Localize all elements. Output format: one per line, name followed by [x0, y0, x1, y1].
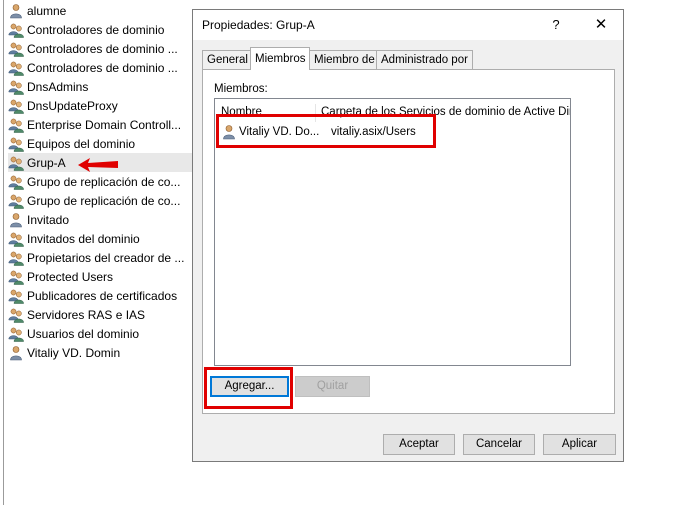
tree-item[interactable]: Equipos del dominio	[8, 134, 192, 153]
apply-button[interactable]: Aplicar	[543, 434, 616, 455]
tree-item-label: Grup-A	[27, 155, 66, 170]
tree-item-label: Vitaliy VD. Domin	[27, 345, 121, 360]
close-button[interactable]: ✕	[589, 14, 613, 36]
group-icon	[8, 194, 24, 209]
member-highlight-box	[216, 114, 436, 148]
tree-item[interactable]: Grupo de replicación de co...	[8, 191, 192, 210]
tree-item-label: alumne	[27, 3, 67, 18]
group-icon	[8, 308, 24, 323]
annotation-arrow-icon	[78, 158, 118, 172]
tree-item-label: Servidores RAS e IAS	[27, 307, 146, 322]
accept-button[interactable]: Aceptar	[383, 434, 455, 455]
tab-general[interactable]: General	[202, 50, 253, 69]
group-icon	[8, 42, 24, 57]
tree-item-label: Grupo de replicación de co...	[27, 193, 181, 208]
group-icon	[8, 80, 24, 95]
members-label: Miembros:	[214, 83, 268, 95]
tree-item[interactable]: Controladores de dominio ...	[8, 39, 192, 58]
tree-item-label: Protected Users	[27, 269, 114, 284]
tree-item[interactable]: Controladores de dominio ...	[8, 58, 192, 77]
tree-item-label: Grupo de replicación de co...	[27, 174, 181, 189]
tab-members[interactable]: Miembros	[250, 47, 311, 70]
tree-item[interactable]: Controladores de dominio	[8, 20, 192, 39]
object-list: alumne Controladores de dominio Controlado…	[0, 0, 192, 505]
tree-item-label: Controladores de dominio ...	[27, 41, 178, 56]
tree-item[interactable]: Protected Users	[8, 267, 192, 286]
tree-item[interactable]: Grupo de replicación de co...	[8, 172, 192, 191]
tree-item-label: Controladores de dominio	[27, 22, 165, 37]
tree-item[interactable]: DnsUpdateProxy	[8, 96, 192, 115]
remove-button[interactable]: Quitar	[295, 376, 370, 397]
tree-item-label: DnsUpdateProxy	[27, 98, 118, 113]
tree-item-label: Equipos del dominio	[27, 136, 136, 151]
tree-item[interactable]: Publicadores de certificados	[8, 286, 192, 305]
cancel-button[interactable]: Cancelar	[463, 434, 535, 455]
list-border	[3, 0, 4, 505]
user-icon	[10, 212, 22, 227]
tree-item[interactable]: Invitado	[8, 210, 192, 229]
tree-item[interactable]: Usuarios del dominio	[8, 324, 192, 343]
group-icon	[8, 99, 24, 114]
tree-item-label: Propietarios del creador de ...	[27, 250, 185, 265]
add-button-highlight-box	[204, 367, 293, 409]
group-icon	[8, 251, 24, 266]
user-icon	[10, 3, 22, 18]
group-icon	[8, 23, 24, 38]
tree-item-label: Controladores de dominio ...	[27, 60, 178, 75]
tree-item[interactable]: Vitaliy VD. Domin	[8, 343, 192, 362]
user-icon	[10, 345, 22, 360]
title-bar[interactable]: Propiedades: Grup-A ? ✕	[193, 10, 623, 40]
group-icon	[8, 156, 24, 171]
tree-item[interactable]: Invitados del dominio	[8, 229, 192, 248]
tab-managed-by[interactable]: Administrado por	[376, 50, 473, 69]
tree-item-label: Publicadores de certificados	[27, 288, 178, 303]
group-icon	[8, 327, 24, 342]
tree-item[interactable]: Servidores RAS e IAS	[8, 305, 192, 324]
tree-item[interactable]: Enterprise Domain Controll...	[8, 115, 192, 134]
tree-item[interactable]: DnsAdmins	[8, 77, 192, 96]
group-icon	[8, 289, 24, 304]
tree-item-label: Invitado	[27, 212, 70, 227]
dialog-title: Propiedades: Grup-A	[202, 18, 315, 32]
tab-member-of[interactable]: Miembro de	[309, 50, 380, 69]
group-icon	[8, 270, 24, 285]
tree-item[interactable]: alumne	[8, 1, 192, 20]
tree-item-label: Invitados del dominio	[27, 231, 140, 246]
tree-item-label: Enterprise Domain Controll...	[27, 117, 182, 132]
group-icon	[8, 118, 24, 133]
group-icon	[8, 175, 24, 190]
group-icon	[8, 232, 24, 247]
help-button[interactable]: ?	[545, 14, 567, 36]
group-icon	[8, 137, 24, 152]
tree-item[interactable]: Propietarios del creador de ...	[8, 248, 192, 267]
group-icon	[8, 61, 24, 76]
tree-item-label: DnsAdmins	[27, 79, 89, 94]
tree-item-label: Usuarios del dominio	[27, 326, 140, 341]
